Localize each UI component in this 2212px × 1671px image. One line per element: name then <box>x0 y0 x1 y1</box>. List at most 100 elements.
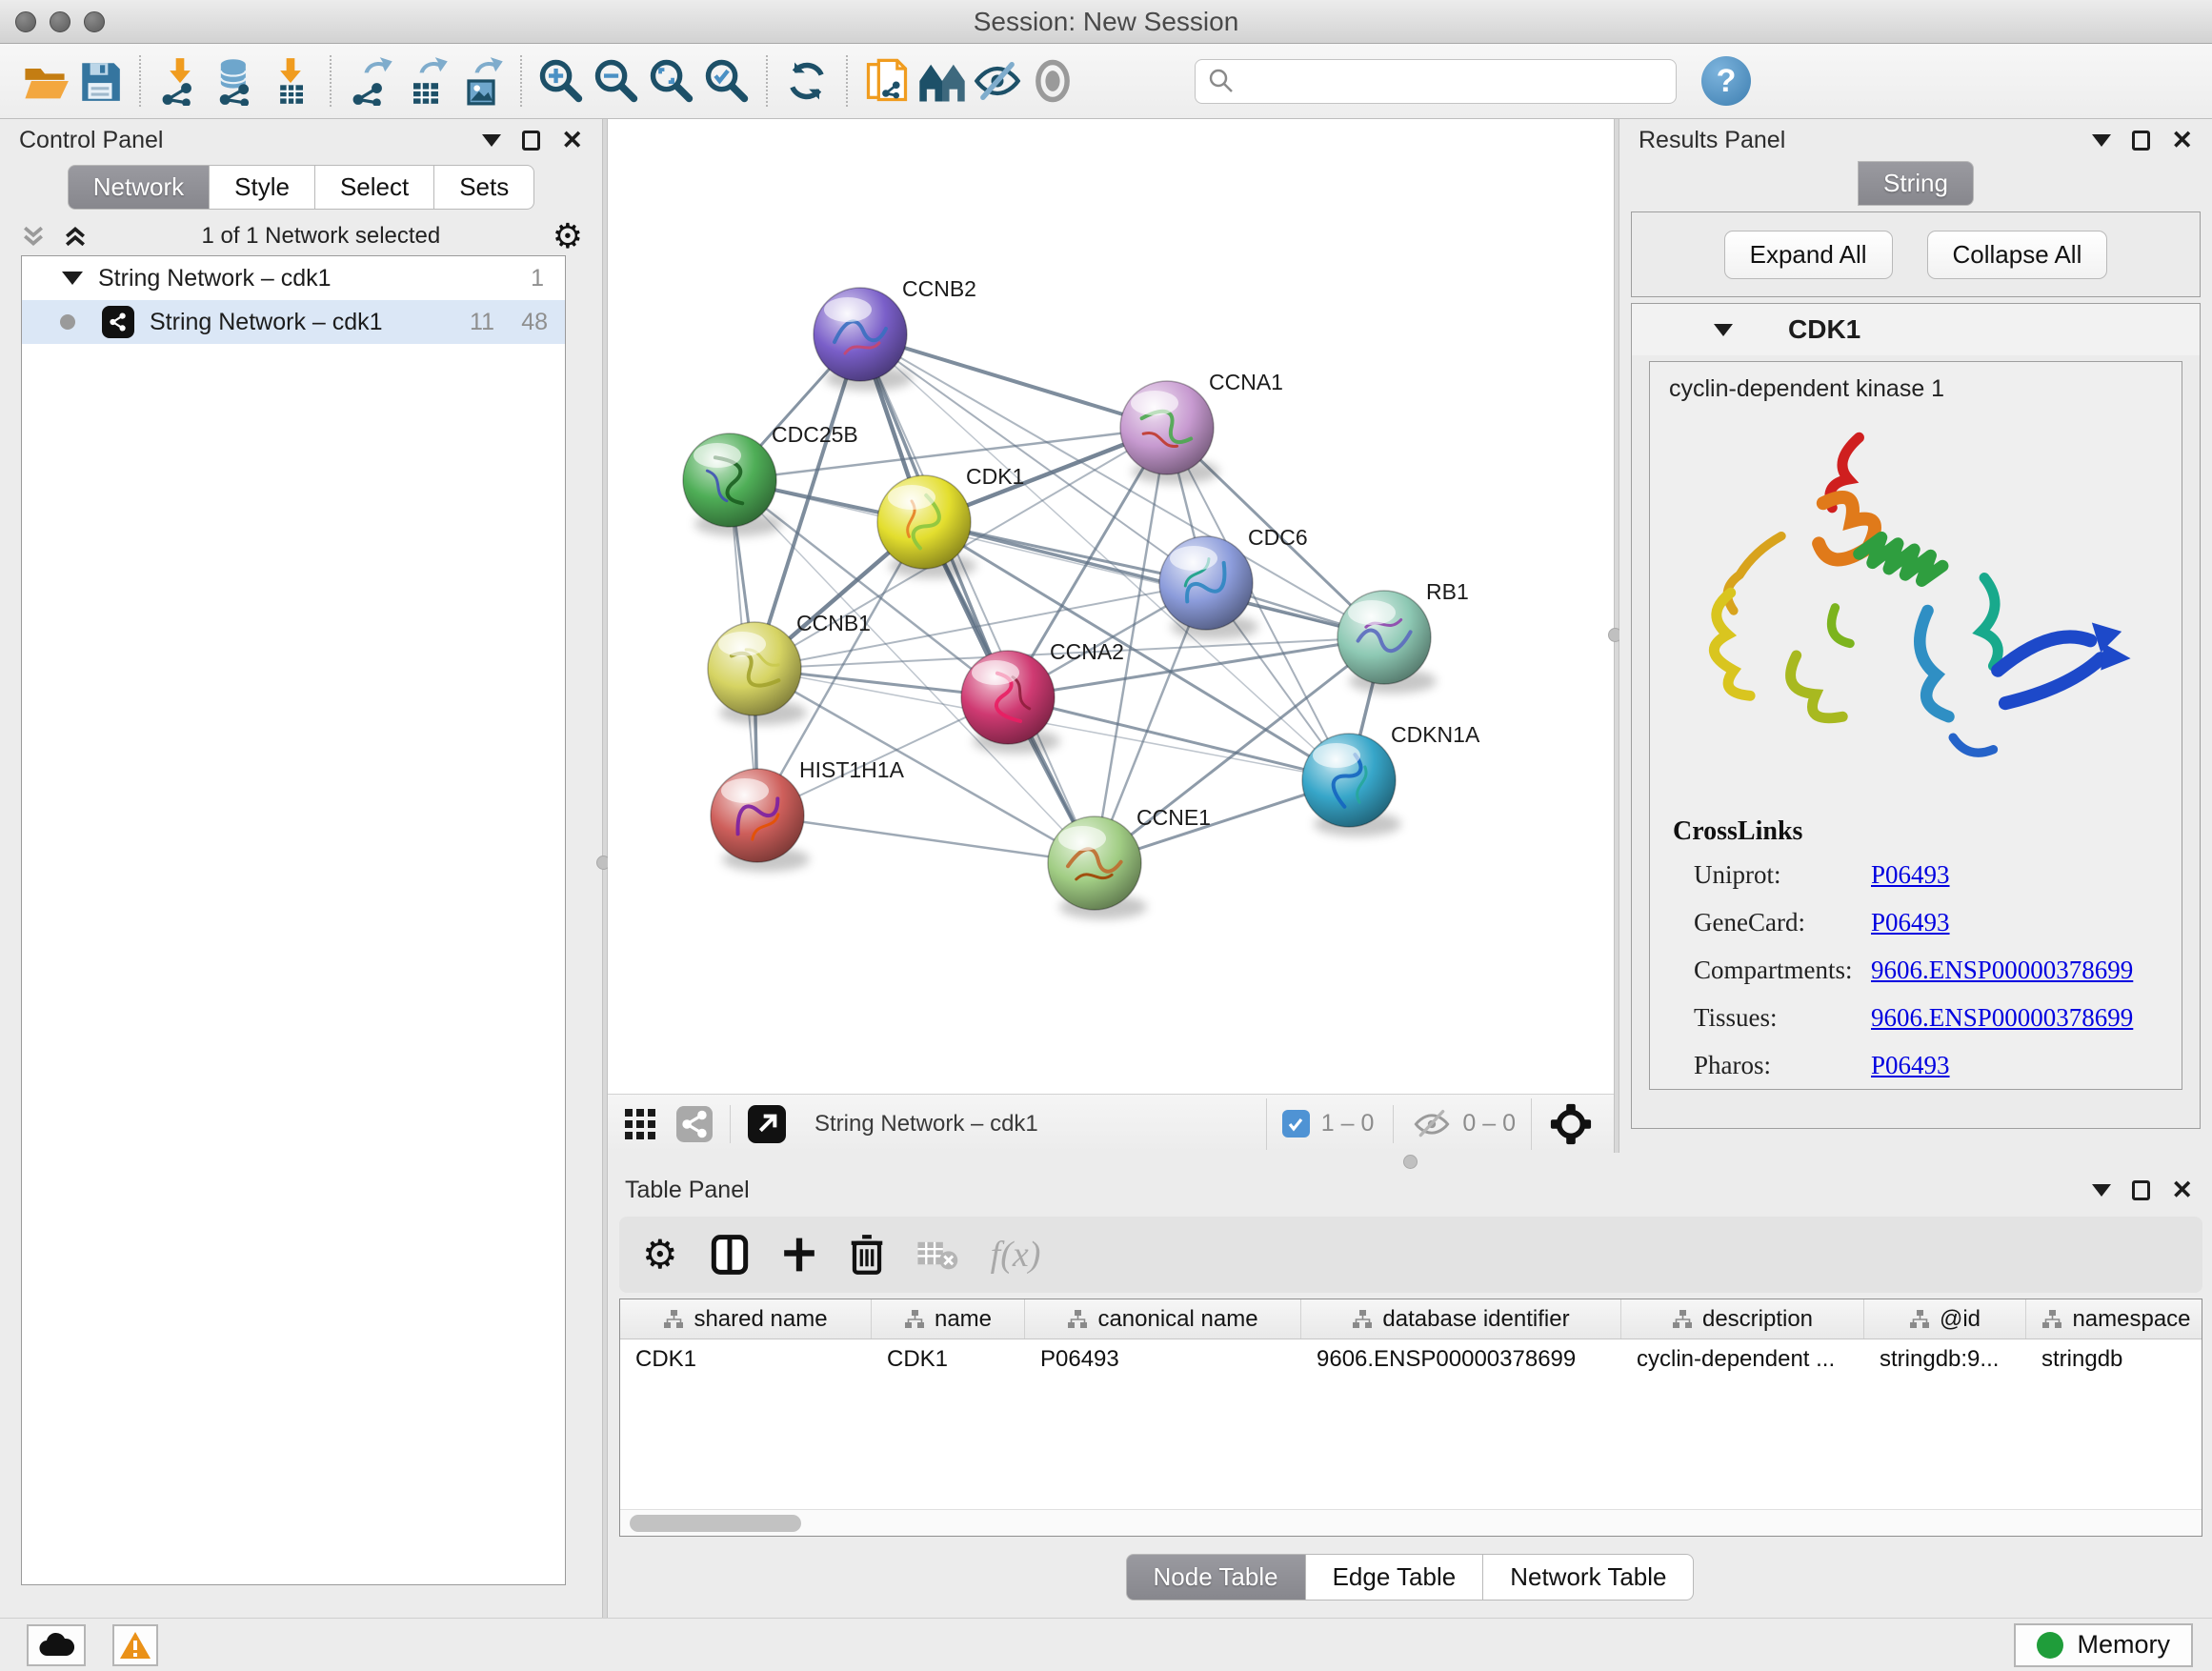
panel-close-icon[interactable]: ✕ <box>2171 128 2193 153</box>
network-node-cdkn1a[interactable]: CDKN1A <box>1302 722 1480 836</box>
zoom-selected-button[interactable] <box>699 52 754 110</box>
show-columns-icon[interactable] <box>711 1234 749 1276</box>
table-type-tabs: Node TableEdge TableNetwork Table <box>608 1554 2212 1601</box>
table-options-gear-icon[interactable]: ⚙ <box>642 1235 678 1275</box>
network-node-cdk1[interactable]: CDK1 <box>877 464 1024 578</box>
table-cell[interactable]: P06493 <box>1025 1339 1301 1379</box>
expand-all-button[interactable]: Expand All <box>1724 231 1893 279</box>
hide-selected-button[interactable] <box>970 52 1025 110</box>
open-session-button[interactable] <box>17 52 72 110</box>
collapse-section-icon[interactable] <box>1714 324 1733 336</box>
table-cell[interactable]: stringdb:9... <box>1864 1339 2026 1379</box>
memory-button[interactable]: Memory <box>2014 1623 2193 1667</box>
protein-header-row[interactable]: CDK1 <box>1632 304 2200 355</box>
panel-close-icon[interactable]: ✕ <box>561 128 583 153</box>
panel-float-icon[interactable] <box>522 131 540 151</box>
panel-float-icon[interactable] <box>2132 131 2150 151</box>
help-button[interactable]: ? <box>1701 56 1751 106</box>
network-node-ccna2[interactable]: CCNA2 <box>961 639 1124 754</box>
tab-network-table[interactable]: Network Table <box>1483 1554 1694 1601</box>
panel-menu-icon[interactable] <box>482 134 501 147</box>
expand-all-icon[interactable] <box>61 222 90 251</box>
collapse-all-icon[interactable] <box>19 222 48 251</box>
delete-column-icon[interactable] <box>850 1234 884 1276</box>
table-cell[interactable]: cyclin-dependent ... <box>1621 1339 1864 1379</box>
export-network-button[interactable] <box>343 52 398 110</box>
tab-network[interactable]: Network <box>68 165 210 210</box>
network-node-cdc6[interactable]: CDC6 <box>1159 525 1308 639</box>
zoom-in-button[interactable] <box>533 52 589 110</box>
add-column-icon[interactable] <box>781 1235 817 1275</box>
column-header-name[interactable]: name <box>872 1299 1025 1339</box>
import-network-from-database-button[interactable] <box>208 52 263 110</box>
export-table-button[interactable] <box>398 52 453 110</box>
network-row-selected[interactable]: String Network – cdk1 11 48 <box>22 300 565 344</box>
crosslink-link-uniprot[interactable]: P06493 <box>1871 860 1950 890</box>
open-in-window-icon[interactable] <box>748 1105 786 1143</box>
network-node-hist1h1a[interactable]: HIST1H1A <box>711 757 905 872</box>
network-node-ccna1[interactable]: CCNA1 <box>1120 370 1283 484</box>
network-node-ccnb2[interactable]: CCNB2 <box>814 276 976 391</box>
save-session-button[interactable] <box>72 52 128 110</box>
tab-sets[interactable]: Sets <box>434 165 534 210</box>
tab-edge-table[interactable]: Edge Table <box>1306 1554 1484 1601</box>
tab-select[interactable]: Select <box>315 165 434 210</box>
table-cell[interactable]: 9606.ENSP00000378699 <box>1301 1339 1621 1379</box>
crosslink-link-tissues[interactable]: 9606.ENSP00000378699 <box>1871 1003 2133 1033</box>
column-header-database-identifier[interactable]: database identifier <box>1301 1299 1621 1339</box>
network-graph[interactable]: CCNB2 CCNA1 CDC25BCDK1 CDC6 RB1 CCNB1 CCNA2 CDK… <box>608 119 1616 1094</box>
column-header-description[interactable]: description <box>1621 1299 1864 1339</box>
import-table-from-file-button[interactable] <box>263 52 318 110</box>
splitter-handle[interactable] <box>1403 1155 1418 1169</box>
panel-menu-icon[interactable] <box>2092 1184 2111 1197</box>
refresh-button[interactable] <box>779 52 835 110</box>
column-header--id[interactable]: @id <box>1864 1299 2026 1339</box>
tab-node-table[interactable]: Node Table <box>1126 1554 1306 1601</box>
table-row[interactable]: CDK1CDK1P064939606.ENSP00000378699cyclin… <box>620 1339 2202 1379</box>
show-all-button[interactable] <box>1025 52 1080 110</box>
first-neighbors-button[interactable] <box>915 52 970 110</box>
network-node-ccnb1[interactable]: CCNB1 <box>708 611 871 725</box>
network-view-icon[interactable] <box>676 1106 713 1142</box>
tree-expand-icon[interactable] <box>62 272 83 285</box>
network-canvas[interactable]: CCNB2 CCNA1 CDC25BCDK1 CDC6 RB1 CCNB1 CCNA2 CDK… <box>608 119 1616 1094</box>
import-network-icon <box>155 56 205 106</box>
table-horizontal-scrollbar[interactable] <box>620 1509 2202 1536</box>
import-network-from-file-button[interactable] <box>152 52 208 110</box>
scrollbar-thumb[interactable] <box>630 1515 801 1532</box>
table-cell[interactable]: CDK1 <box>620 1339 872 1379</box>
zoom-out-button[interactable] <box>589 52 644 110</box>
clone-network-button[interactable] <box>859 52 915 110</box>
selected-checkbox[interactable] <box>1282 1110 1310 1137</box>
network-node-cdc25b[interactable]: CDC25B <box>683 422 858 536</box>
search-input[interactable] <box>1236 62 1664 100</box>
crosslink-row: GeneCard:P06493 <box>1694 908 2162 937</box>
birdseye-navigator-icon[interactable] <box>1549 1102 1593 1146</box>
export-image-icon <box>456 56 506 106</box>
zoom-fit-button[interactable] <box>644 52 699 110</box>
cloud-status-button[interactable] <box>27 1624 86 1666</box>
edge-count: 48 <box>494 309 548 336</box>
network-node-rb1[interactable]: RB1 <box>1337 579 1469 694</box>
panel-menu-icon[interactable] <box>2092 134 2111 147</box>
warnings-button[interactable] <box>112 1624 158 1666</box>
tab-string[interactable]: String <box>1858 161 1974 206</box>
crosslink-link-pharos[interactable]: P06493 <box>1871 1051 1950 1080</box>
column-header-shared-name[interactable]: shared name <box>620 1299 872 1339</box>
tab-style[interactable]: Style <box>210 165 315 210</box>
grid-view-icon[interactable] <box>623 1107 657 1141</box>
panel-float-icon[interactable] <box>2132 1180 2150 1200</box>
export-image-button[interactable] <box>453 52 509 110</box>
network-options-gear-icon[interactable]: ⚙ <box>553 219 583 253</box>
crosslink-label: Tissues: <box>1694 1003 1871 1033</box>
crosslink-link-genecard[interactable]: P06493 <box>1871 908 1950 937</box>
collapse-all-button[interactable]: Collapse All <box>1927 231 2108 279</box>
column-header-namespace[interactable]: namespace <box>2026 1299 2202 1339</box>
network-collection-row[interactable]: String Network – cdk1 1 <box>22 256 565 300</box>
panel-close-icon[interactable]: ✕ <box>2171 1178 2193 1203</box>
crosslink-link-compartments[interactable]: 9606.ENSP00000378699 <box>1871 956 2133 985</box>
table-cell[interactable]: stringdb <box>2026 1339 2202 1379</box>
column-header-canonical-name[interactable]: canonical name <box>1025 1299 1301 1339</box>
network-node-ccne1[interactable]: CCNE1 <box>1048 805 1211 919</box>
table-cell[interactable]: CDK1 <box>872 1339 1025 1379</box>
